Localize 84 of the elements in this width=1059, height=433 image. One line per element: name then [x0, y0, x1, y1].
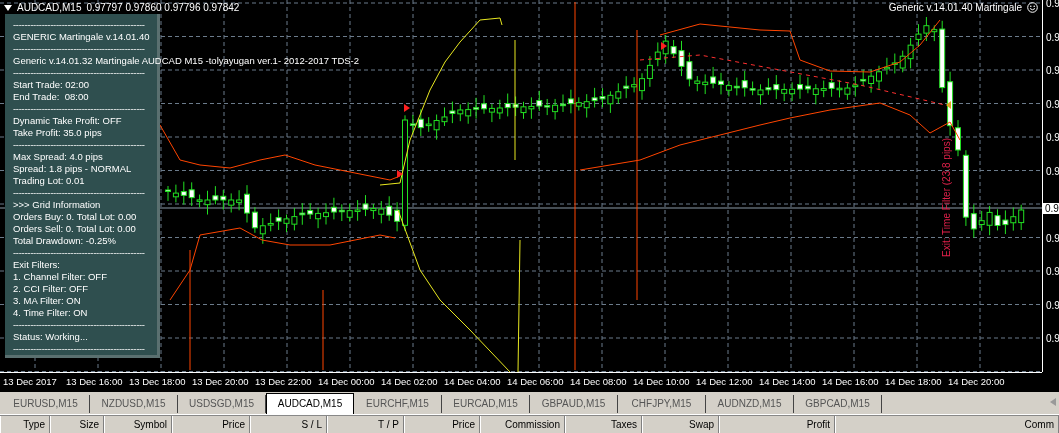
column-header[interactable]: Type — [0, 416, 50, 433]
price-label: 0.9 — [1045, 333, 1059, 344]
info-text: GENERIC Martingale v.14.01.40 — [13, 31, 150, 43]
info-text: Start Trade: 02:00 — [13, 79, 90, 91]
time-label: 13 Dec 18:00 — [129, 375, 187, 389]
current-price-label: 0.9 — [1043, 203, 1059, 214]
dropdown-caret-icon[interactable] — [4, 4, 12, 11]
info-text: Generic v.14.01.32 Martingale AUDCAD M15 -tolyayugan ver.1- 2012-2017 TDS-2 — [13, 55, 360, 67]
info-text: Exit Filters: — [13, 259, 60, 271]
info-text: 4. Time Filter: ON — [13, 307, 88, 319]
exit-label: Exit: Time Filter (23.8 pips) — [941, 138, 952, 257]
separator-text: ---------------------------------------------- — [13, 187, 145, 199]
info-text: End Trade: 08:00 — [13, 91, 89, 103]
time-label: 14 Dec 08:00 — [570, 375, 628, 389]
column-header[interactable]: Comm — [835, 416, 1059, 433]
time-label: 13 Dec 16:00 — [66, 375, 124, 389]
chart-symbol: AUDCAD,M15 — [17, 2, 82, 13]
column-header[interactable]: Commission — [480, 416, 565, 433]
separator-text: ---------------------------------------------- — [13, 247, 145, 259]
info-text: Max Spread: 4.0 pips — [13, 151, 103, 163]
expert-name: Generic v.14.01.40 Martingale — [888, 2, 1022, 13]
chart-tab[interactable]: EURUSD,M15 — [2, 395, 90, 413]
separator-text: ---------------------------------------------- — [13, 19, 145, 31]
price-label: 0.9 — [1045, 165, 1059, 177]
buy-arrow-icon — [397, 42, 667, 178]
time-label: 14 Dec 12:00 — [696, 375, 754, 389]
price-label: 0.9 — [1045, 266, 1059, 277]
chart-tab[interactable]: CHFJPY,M15 — [618, 395, 706, 413]
time-label: 14 Dec 02:00 — [381, 375, 439, 389]
column-header[interactable]: S / L — [250, 416, 327, 433]
info-text: Total Drawdown: -0.25% — [13, 235, 116, 247]
chart-tab[interactable]: GBPAUD,M15 — [530, 395, 618, 413]
info-text: Orders Sell: 0. Total Lot: 0.00 — [13, 223, 136, 235]
column-header[interactable]: T / P — [327, 416, 404, 433]
price-label: 0.9 — [1045, 299, 1059, 311]
time-label: 14 Dec 14:00 — [759, 375, 817, 389]
time-label: 14 Dec 10:00 — [633, 375, 691, 389]
time-label: 14 Dec 16:00 — [822, 375, 880, 389]
separator-text: ---------------------------------------------- — [13, 319, 145, 331]
chart-tab[interactable]: NZDUSD,M15 — [90, 395, 178, 413]
price-label: 0.9 — [1045, 0, 1059, 9]
column-header[interactable]: Swap — [642, 416, 719, 433]
chart-tab[interactable]: EURCHF,M15 — [354, 395, 442, 413]
time-label: 14 Dec 00:00 — [318, 375, 376, 389]
time-label: 14 Dec 06:00 — [507, 375, 565, 389]
chart-tab[interactable]: AUDNZD,M15 — [706, 395, 794, 413]
info-text: Orders Buy: 0. Total Lot: 0.00 — [13, 211, 137, 223]
chart-tab[interactable]: AUDCAD,M15 — [266, 393, 354, 414]
chart-quotes: 0.97797 0.97860 0.97796 0.97842 — [86, 2, 240, 13]
chart-tab[interactable]: GBPCAD,M15 — [794, 395, 882, 413]
column-header[interactable]: Taxes — [565, 416, 642, 433]
separator-text: ---------------------------------------------- — [13, 103, 145, 115]
column-header[interactable]: Symbol — [104, 416, 172, 433]
separator-text: ---------------------------------------------- — [13, 343, 145, 355]
separator-text: ---------------------------------------------- — [13, 67, 145, 79]
time-label: 13 Dec 22:00 — [255, 375, 313, 389]
price-label: 0.9 — [1045, 65, 1059, 76]
column-header[interactable]: Profit — [719, 416, 835, 433]
separator-text: ---------------------------------------------- — [13, 43, 145, 55]
price-label: 0.9 — [1045, 232, 1059, 244]
info-text: Status: Working... — [13, 331, 88, 343]
info-text: 1. Channel Filter: OFF — [13, 271, 107, 283]
column-header[interactable]: Size — [50, 416, 104, 433]
price-label: 0.9 — [1045, 132, 1059, 143]
info-text: >>> Grid Information — [13, 199, 101, 211]
info-text: Trading Lot: 0.01 — [13, 175, 85, 187]
info-text: 2. CCI Filter: OFF — [13, 283, 88, 295]
column-header[interactable]: Price — [172, 416, 250, 433]
info-text: Spread: 1.8 pips - NORMAL — [13, 163, 132, 175]
price-label: 0.9 — [1045, 98, 1059, 110]
info-text: Dynamic Take Profit: OFF — [13, 115, 122, 127]
price-label: 0.9 — [1045, 31, 1059, 43]
separator-text: ---------------------------------------------- — [13, 139, 145, 151]
info-text: 3. MA Filter: ON — [13, 295, 81, 307]
time-label: 14 Dec 04:00 — [444, 375, 502, 389]
column-header[interactable]: Price — [404, 416, 480, 433]
close-arrow-icon — [946, 101, 951, 109]
chart-tab[interactable]: EURCAD,M15 — [442, 395, 530, 413]
time-label: 14 Dec 18:00 — [885, 375, 943, 389]
time-label: 14 Dec 20:00 — [948, 375, 1006, 389]
time-label: 13 Dec 2017 — [3, 375, 58, 389]
smiley-icon — [1027, 2, 1038, 13]
info-text: Take Profit: 35.0 pips — [13, 127, 102, 139]
time-label: 13 Dec 20:00 — [192, 375, 250, 389]
